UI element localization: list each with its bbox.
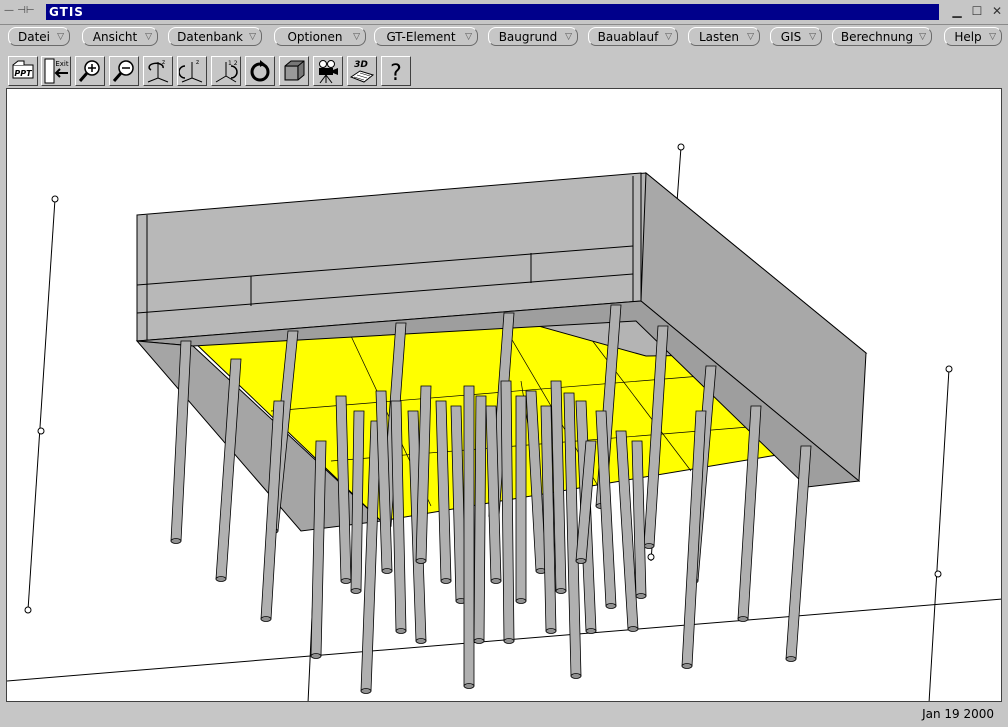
pile-end (555, 588, 567, 594)
chevron-down-icon: ▽ (465, 32, 472, 42)
pile-end (463, 683, 475, 689)
svg-text:3D: 3D (354, 60, 368, 70)
3d-view-icon[interactable]: 3D (347, 56, 377, 86)
zoom-in-icon[interactable] (75, 56, 105, 86)
pile-end (473, 638, 485, 644)
svg-text:Exit: Exit (55, 60, 69, 68)
3d-viewport[interactable] (6, 88, 1002, 702)
pile-end (415, 558, 427, 564)
status-date: Jan 19 2000 (922, 707, 994, 721)
chevron-down-icon: ▽ (665, 32, 672, 42)
menu-bauablauf[interactable]: Bauablauf ▽ (588, 27, 678, 46)
pile-end (643, 543, 655, 549)
pile (515, 395, 527, 602)
menu-datei[interactable]: Datei ▽ (8, 27, 70, 46)
pile (785, 445, 812, 660)
pile-end (575, 558, 587, 564)
pile-end (340, 578, 352, 584)
exit-icon[interactable]: Exit (41, 56, 71, 86)
pile-end (737, 616, 749, 622)
window-title: GTIS (46, 4, 939, 20)
svg-text:1 2: 1 2 (228, 60, 238, 67)
zoom-out-icon[interactable] (109, 56, 139, 86)
menu-lasten[interactable]: Lasten ▽ (688, 27, 760, 46)
chevron-down-icon: ▽ (747, 32, 754, 42)
svg-text:?: ? (390, 61, 402, 84)
svg-text:PPT: PPT (14, 69, 32, 78)
pile-end (260, 616, 272, 622)
rotate-z-icon[interactable]: z (177, 56, 207, 86)
svg-text:z: z (162, 59, 165, 66)
pile-end (627, 626, 639, 632)
menu-optionen[interactable]: Optionen ▽ (274, 27, 366, 46)
chevron-down-icon: ▽ (919, 32, 926, 42)
rotate-axes-icon[interactable]: 1 2 (211, 56, 241, 86)
pile-end (605, 603, 617, 609)
pile-end (585, 628, 597, 634)
help-icon[interactable]: ? (381, 56, 411, 86)
status-bar: Jan 19 2000 (0, 704, 1008, 727)
toolbar: PPT Exit z z 1 2 3D ? (0, 54, 1008, 88)
chevron-down-icon: ▽ (57, 32, 64, 42)
pile-end (570, 673, 582, 679)
pile-end (681, 663, 693, 669)
pile-end (503, 638, 515, 644)
pile-end (215, 576, 227, 582)
pile-end (395, 628, 407, 634)
menu-baugrund[interactable]: Baugrund ▽ (488, 27, 578, 46)
pile-end (360, 688, 372, 694)
close-icon[interactable]: ✕ (990, 3, 1004, 19)
pile-foundation-model (7, 143, 1001, 701)
pile-end (635, 593, 647, 599)
window-menu-icon[interactable]: — ⊣⊢ (4, 5, 44, 19)
shade-box-icon[interactable] (279, 56, 309, 86)
pile (473, 395, 487, 642)
chevron-down-icon: ▽ (353, 32, 360, 42)
maximize-icon[interactable]: ☐ (970, 3, 984, 19)
menu-gis[interactable]: GIS ▽ (770, 27, 822, 46)
menu-help[interactable]: Help ▽ (944, 27, 1002, 46)
minimize-icon[interactable]: ▁ (950, 3, 964, 19)
menu-ansicht[interactable]: Ansicht ▽ (82, 27, 158, 46)
chevron-down-icon: ▽ (565, 32, 572, 42)
svg-text:z: z (196, 59, 199, 66)
ppt-icon[interactable]: PPT (8, 56, 38, 86)
chevron-down-icon: ▽ (989, 32, 996, 42)
camera-icon[interactable] (313, 56, 343, 86)
pile-end (785, 656, 797, 662)
menu-bar: Datei ▽ Ansicht ▽ Datenbank ▽ Optionen ▽ GT-… (0, 25, 1008, 49)
pile-end (310, 653, 322, 659)
pile-end (381, 568, 393, 574)
menu-datenbank[interactable]: Datenbank ▽ (168, 27, 262, 46)
pile-end (350, 588, 362, 594)
chevron-down-icon: ▽ (809, 32, 816, 42)
title-bar: — ⊣⊢ GTIS ▁ ☐ ✕ (0, 0, 1008, 25)
menu-gt-element[interactable]: GT-Element ▽ (374, 27, 478, 46)
pile-end (515, 598, 527, 604)
menu-berechnung[interactable]: Berechnung ▽ (832, 27, 932, 46)
pile-end (545, 628, 557, 634)
pile-end (440, 578, 452, 584)
pile-end (490, 578, 502, 584)
pile-end (415, 638, 427, 644)
reset-view-icon[interactable] (245, 56, 275, 86)
pile-end (170, 538, 182, 544)
chevron-down-icon: ▽ (249, 32, 256, 42)
rotate-xy-icon[interactable]: z (143, 56, 173, 86)
chevron-down-icon: ▽ (145, 32, 152, 42)
pile (463, 385, 475, 687)
